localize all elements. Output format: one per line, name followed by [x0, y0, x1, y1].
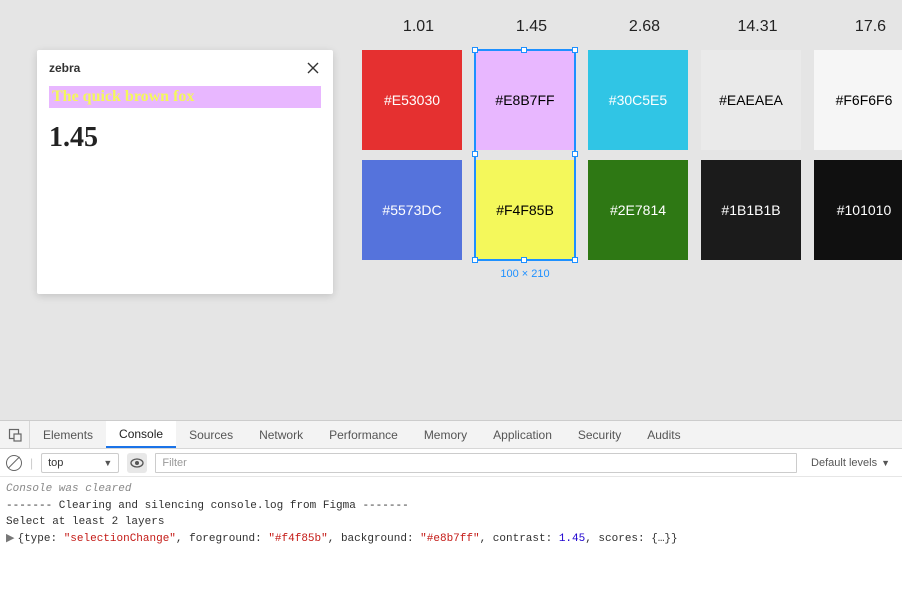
- devtools-tab-console[interactable]: Console: [106, 421, 176, 448]
- contrast-score: 1.45: [49, 122, 321, 154]
- contrast-sample-text: The quick brown fox: [49, 86, 321, 108]
- swatch-grid-frame[interactable]: 1.011.452.6814.3117.6 #E53030#E8B7FF#30C…: [362, 18, 902, 270]
- devtools-tab-elements[interactable]: Elements: [30, 421, 106, 448]
- devtools-tab-application[interactable]: Application: [480, 421, 565, 448]
- context-selector[interactable]: top ▼: [41, 453, 119, 473]
- log-line: Console was cleared: [6, 481, 896, 498]
- color-swatch[interactable]: #101010: [814, 160, 902, 260]
- chevron-down-icon: ▼: [881, 458, 890, 468]
- console-toolbar: | top ▼ Filter Default levels ▼: [0, 449, 902, 477]
- devtools-tab-sources[interactable]: Sources: [176, 421, 246, 448]
- devtools-tab-security[interactable]: Security: [565, 421, 634, 448]
- levels-label: Default levels: [811, 457, 877, 469]
- log-object-line[interactable]: ▶{type: "selectionChange", foreground: "…: [6, 531, 896, 548]
- selection-size-label: 100 × 210: [475, 268, 575, 280]
- ratio-label: 1.45: [475, 18, 588, 36]
- filter-placeholder: Filter: [162, 457, 186, 469]
- ratio-label: 17.6: [814, 18, 902, 36]
- swatch-grid: #E53030#E8B7FF#30C5E5#EAEAEA#F6F6F6#5573…: [362, 50, 902, 270]
- inspect-icon[interactable]: [0, 421, 30, 448]
- log-line: ------- Clearing and silencing console.l…: [6, 498, 896, 515]
- color-swatch[interactable]: #F6F6F6: [814, 50, 902, 150]
- context-label: top: [48, 457, 63, 469]
- plugin-panel: zebra The quick brown fox 1.45: [37, 50, 333, 294]
- color-swatch[interactable]: #E8B7FF: [475, 50, 575, 150]
- filter-input[interactable]: Filter: [155, 453, 797, 473]
- devtools-panel: ElementsConsoleSourcesNetworkPerformance…: [0, 420, 902, 612]
- expand-triangle-icon[interactable]: ▶: [6, 533, 14, 545]
- live-expression-icon[interactable]: [127, 453, 147, 473]
- clear-console-icon[interactable]: [6, 455, 22, 471]
- devtools-tabs: ElementsConsoleSourcesNetworkPerformance…: [0, 421, 902, 449]
- color-swatch[interactable]: #EAEAEA: [701, 50, 801, 150]
- color-swatch[interactable]: #E53030: [362, 50, 462, 150]
- devtools-tab-network[interactable]: Network: [246, 421, 316, 448]
- plugin-title: zebra: [49, 61, 80, 75]
- log-line: Select at least 2 layers: [6, 514, 896, 531]
- close-icon[interactable]: [305, 60, 321, 76]
- plugin-body: The quick brown fox 1.45: [37, 86, 333, 154]
- figma-canvas[interactable]: zebra The quick brown fox 1.45 1.011.452…: [0, 0, 902, 420]
- color-swatch[interactable]: #30C5E5: [588, 50, 688, 150]
- devtools-tab-audits[interactable]: Audits: [634, 421, 693, 448]
- color-swatch[interactable]: #F4F85B: [475, 160, 575, 260]
- plugin-header: zebra: [37, 50, 333, 86]
- ratio-label: 14.31: [701, 18, 814, 36]
- log-levels-selector[interactable]: Default levels ▼: [805, 457, 896, 469]
- ratio-row: 1.011.452.6814.3117.6: [362, 18, 902, 36]
- chevron-down-icon: ▼: [103, 458, 112, 468]
- color-swatch[interactable]: #1B1B1B: [701, 160, 801, 260]
- color-swatch[interactable]: #2E7814: [588, 160, 688, 260]
- swatch-row: #E53030#E8B7FF#30C5E5#EAEAEA#F6F6F6: [362, 50, 902, 160]
- color-swatch[interactable]: #5573DC: [362, 160, 462, 260]
- ratio-label: 1.01: [362, 18, 475, 36]
- devtools-tab-memory[interactable]: Memory: [411, 421, 480, 448]
- console-log[interactable]: Console was cleared ------- Clearing and…: [0, 477, 902, 551]
- devtools-tab-performance[interactable]: Performance: [316, 421, 411, 448]
- swatch-row: #5573DC#F4F85B#2E7814#1B1B1B#101010: [362, 160, 902, 270]
- ratio-label: 2.68: [588, 18, 701, 36]
